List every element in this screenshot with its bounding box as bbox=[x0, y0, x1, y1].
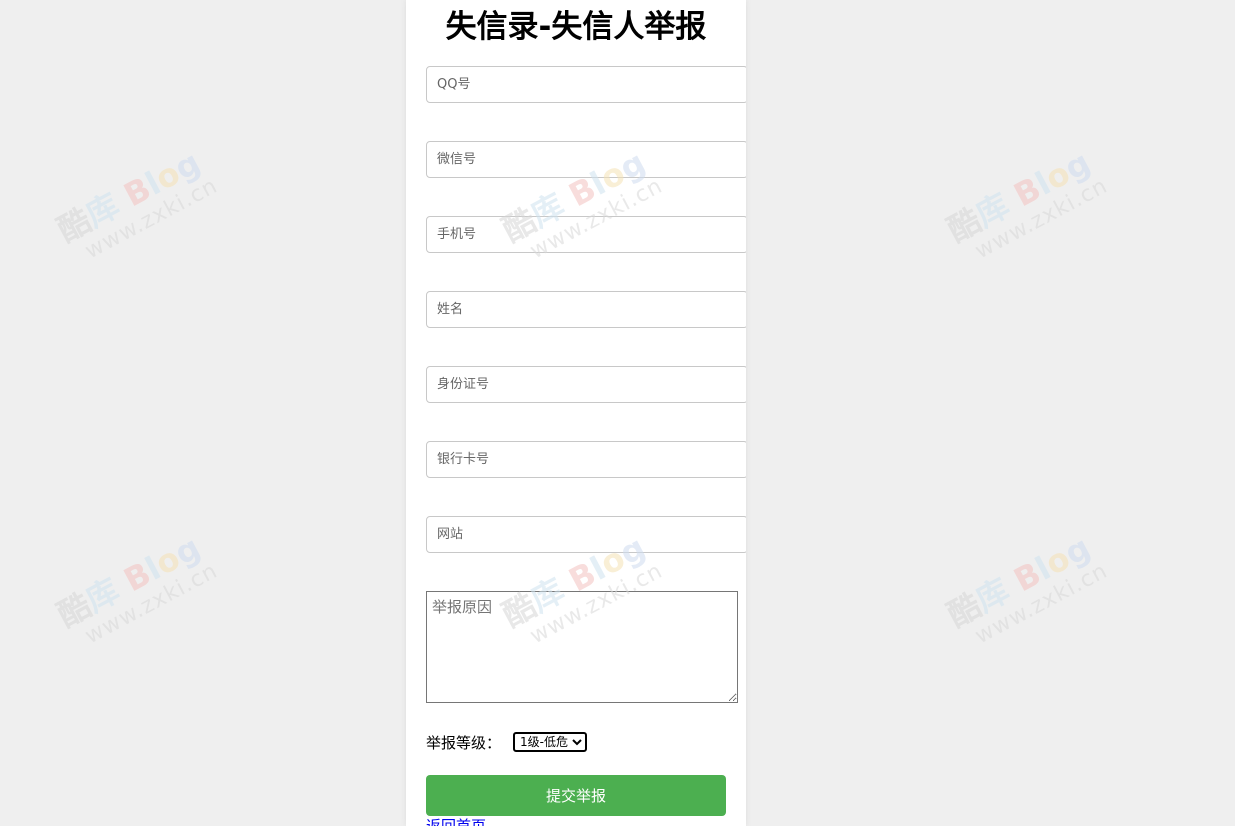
watermark-logo: 酷库 Blog www.zxki.cn bbox=[941, 528, 1113, 650]
report-level-label: 举报等级： bbox=[426, 733, 502, 752]
page-title: 失信录-失信人举报 bbox=[445, 9, 707, 45]
back-home-link[interactable]: 返回首页 bbox=[426, 817, 486, 826]
watermark-logo: 酷库 Blog www.zxki.cn bbox=[51, 528, 223, 650]
report-reason-textarea[interactable] bbox=[426, 591, 738, 703]
watermark-logo: 酷库 Blog www.zxki.cn bbox=[941, 143, 1113, 265]
report-level-row: 举报等级： 1级-低危 bbox=[426, 731, 588, 753]
phone-input[interactable] bbox=[426, 216, 746, 253]
watermark-logo: 酷库 Blog www.zxki.cn bbox=[51, 143, 223, 265]
report-level-select[interactable]: 1级-低危 bbox=[513, 732, 588, 752]
wechat-input[interactable] bbox=[426, 141, 746, 178]
submit-report-button[interactable]: 提交举报 bbox=[426, 775, 726, 816]
bank-card-input[interactable] bbox=[426, 441, 746, 478]
id-card-input[interactable] bbox=[426, 366, 746, 403]
report-form-card: 失信录-失信人举报 举报等级： 1级-低危 提交举报 返回首页 bbox=[406, 0, 746, 826]
qq-input[interactable] bbox=[426, 66, 746, 103]
website-input[interactable] bbox=[426, 516, 746, 553]
name-input[interactable] bbox=[426, 291, 746, 328]
